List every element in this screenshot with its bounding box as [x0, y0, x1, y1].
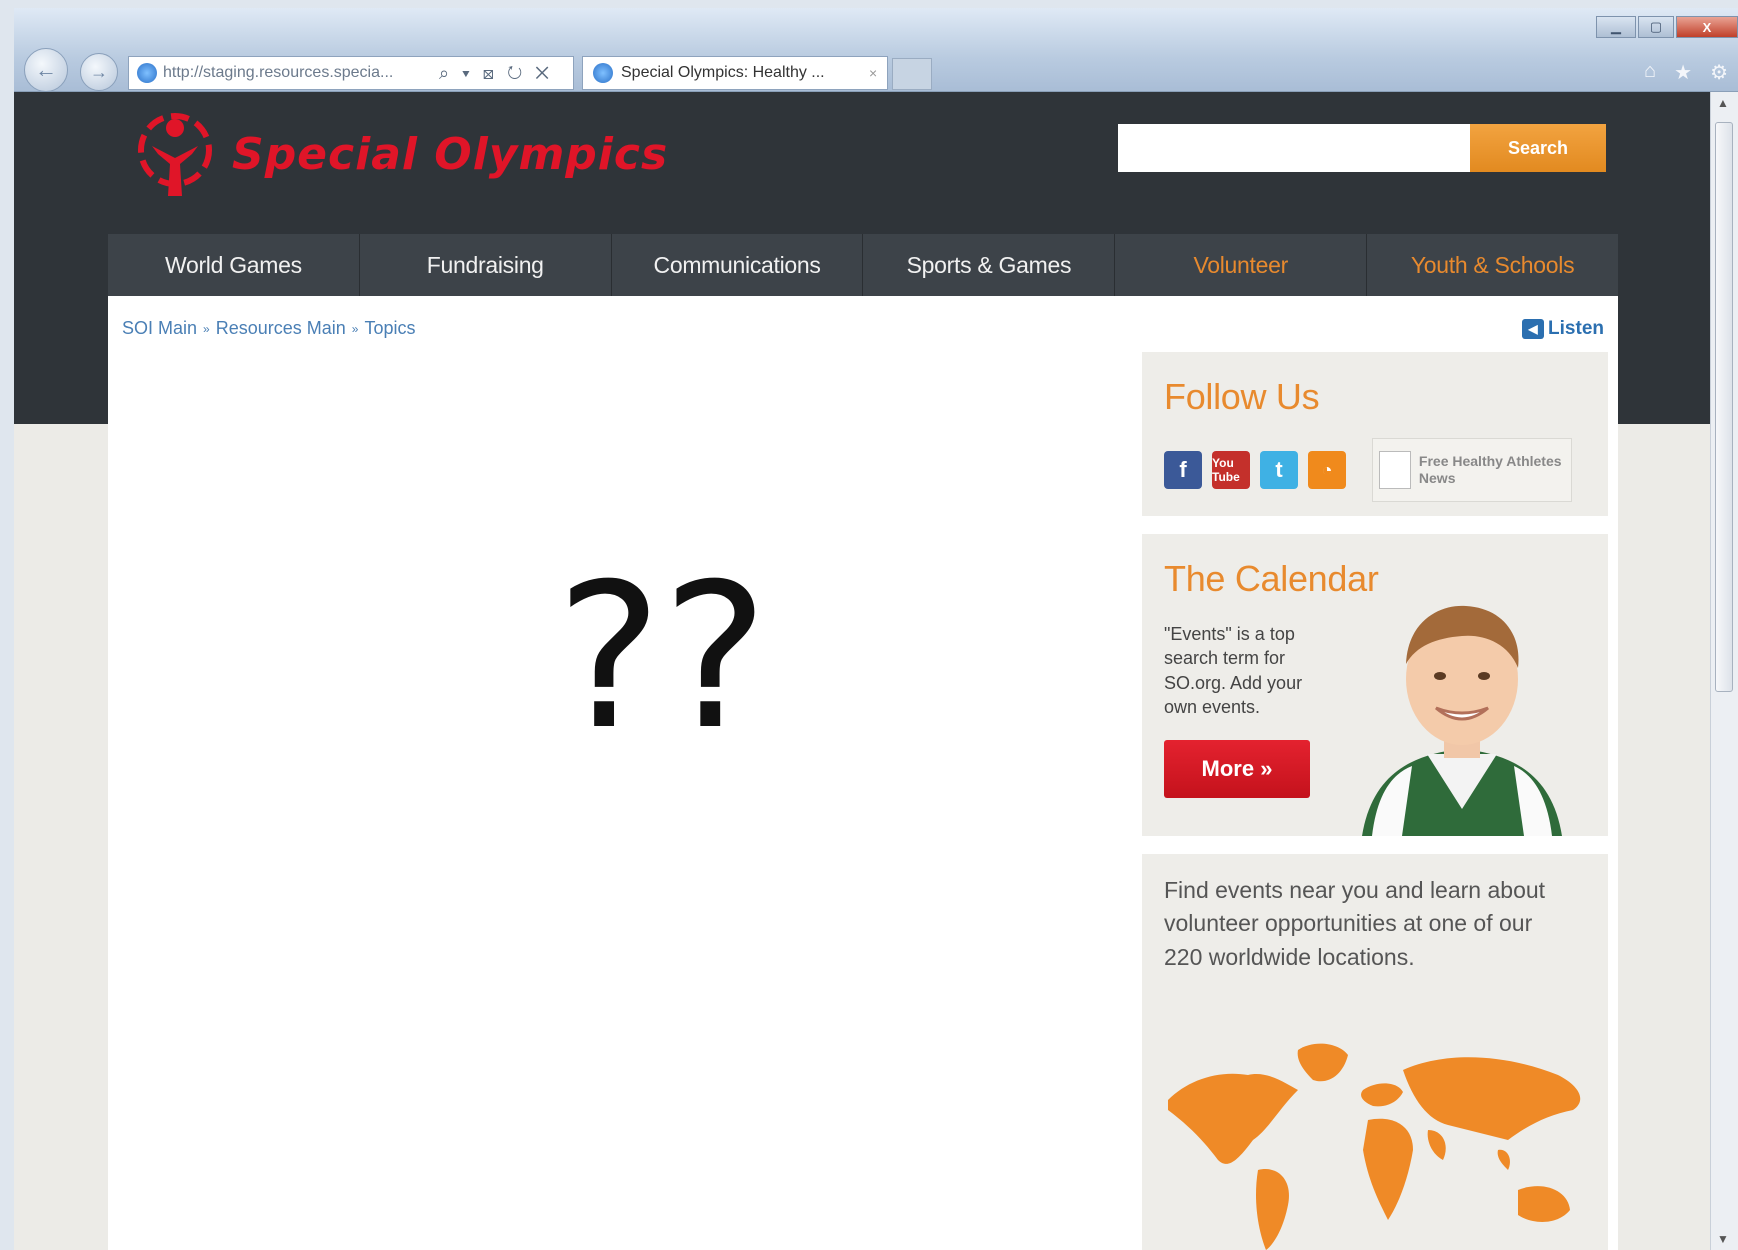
minimize-button[interactable]: ▁ [1596, 16, 1636, 38]
nav-item-communications[interactable]: Communications [612, 234, 864, 296]
facebook-icon[interactable]: f [1164, 451, 1202, 489]
nav-item-volunteer[interactable]: Volunteer [1115, 234, 1368, 296]
news-link-text: Free Healthy Athletes News [1418, 453, 1562, 486]
follow-us-title: Follow Us [1164, 376, 1320, 417]
missing-content-placeholder: ?? [556, 541, 769, 774]
healthy-athletes-news-link[interactable]: Free Healthy Athletes News [1372, 438, 1572, 502]
events-box: Find events near you and learn about vol… [1142, 854, 1608, 1250]
maximize-icon: ▢ [1649, 19, 1663, 34]
nav-item-youth-schools[interactable]: Youth & Schools [1367, 234, 1618, 296]
page-favicon-icon [137, 63, 157, 83]
breadcrumb-soi-main[interactable]: SOI Main [122, 318, 197, 339]
scroll-down-arrow-icon[interactable]: ▼ [1717, 1232, 1729, 1246]
breadcrumb-resources-main[interactable]: Resources Main [216, 318, 346, 339]
close-window-button[interactable]: X [1676, 16, 1738, 38]
nav-item-fundraising[interactable]: Fundraising [360, 234, 612, 296]
search-input[interactable] [1118, 124, 1470, 172]
rss-icon[interactable]: ◔ [1308, 451, 1346, 489]
forward-arrow-icon: → [90, 61, 108, 82]
chrome-toolbar-icons: ⌂ ★ ⚙ [1644, 60, 1728, 85]
minimize-icon: ▁ [1611, 19, 1621, 34]
newsletter-image-icon [1379, 451, 1411, 489]
nav-item-sports-games[interactable]: Sports & Games [863, 234, 1116, 296]
special-olympics-logo-icon [138, 113, 212, 196]
calendar-more-button[interactable]: More » [1164, 740, 1310, 798]
scroll-up-arrow-icon[interactable]: ▲ [1717, 96, 1729, 110]
follow-us-box: Follow Us f You Tube t ◔ Free Healthy At… [1142, 352, 1608, 516]
scrollbar-thumb[interactable] [1715, 122, 1733, 692]
site-search: Search [1118, 124, 1606, 172]
browser-tab[interactable]: Special Olympics: Healthy ... × [582, 56, 888, 90]
breadcrumb-separator: » [351, 321, 359, 336]
favorites-star-icon[interactable]: ★ [1674, 60, 1692, 85]
events-text: Find events near you and learn about vol… [1164, 877, 1546, 970]
main-navigation: World Games Fundraising Communications S… [108, 234, 1618, 296]
world-map-image [1168, 1043, 1581, 1250]
content-panel: SOI Main » Resources Main » Topics ◀ Lis… [108, 296, 1618, 1250]
maximize-button[interactable]: ▢ [1638, 16, 1674, 38]
listen-button[interactable]: ◀ Listen [1522, 318, 1604, 340]
calendar-box: The Calendar "Events" is a top search te… [1142, 534, 1608, 836]
back-arrow-icon: ← [35, 57, 57, 82]
vertical-scrollbar[interactable]: ▲ ▼ [1710, 92, 1738, 1250]
speaker-icon: ◀ [1522, 319, 1545, 339]
web-page: Special Olympics Search World Games Fund… [14, 92, 1710, 1250]
new-tab-button[interactable] [892, 58, 932, 90]
breadcrumb-topics[interactable]: Topics [364, 318, 415, 339]
tools-gear-icon[interactable]: ⚙ [1710, 60, 1728, 85]
breadcrumb: SOI Main » Resources Main » Topics [122, 318, 416, 339]
address-tools[interactable]: ⌕ ▾ ⊠ ↻ ✕ [439, 63, 553, 84]
twitter-icon[interactable]: t [1260, 451, 1298, 489]
smiling-athlete-photo [1362, 605, 1562, 836]
browser-chrome: ← → http://staging.resources.specia... ⌕… [14, 8, 1738, 92]
nav-item-world-games[interactable]: World Games [108, 234, 360, 296]
close-icon: X [1702, 19, 1712, 35]
calendar-text: "Events" is a top search term for SO.org… [1164, 624, 1303, 717]
social-icons: f You Tube t ◔ Free Healthy Athletes New… [1164, 438, 1572, 502]
breadcrumb-separator: » [203, 321, 210, 336]
logo-text: Special Olympics [232, 128, 669, 180]
tab-title: Special Olympics: Healthy ... [621, 64, 825, 81]
home-icon[interactable]: ⌂ [1644, 60, 1656, 85]
tab-close-icon[interactable]: × [869, 65, 877, 81]
forward-button[interactable]: → [80, 53, 118, 91]
site-logo[interactable]: Special Olympics [132, 106, 668, 202]
back-button[interactable]: ← [24, 48, 68, 92]
search-button[interactable]: Search [1470, 124, 1606, 172]
address-bar[interactable]: http://staging.resources.specia... ⌕ ▾ ⊠… [128, 56, 574, 90]
tab-favicon-icon [593, 63, 613, 83]
listen-label: Listen [1548, 318, 1604, 339]
youtube-icon[interactable]: You Tube [1212, 451, 1250, 489]
address-text: http://staging.resources.specia... [163, 64, 394, 81]
